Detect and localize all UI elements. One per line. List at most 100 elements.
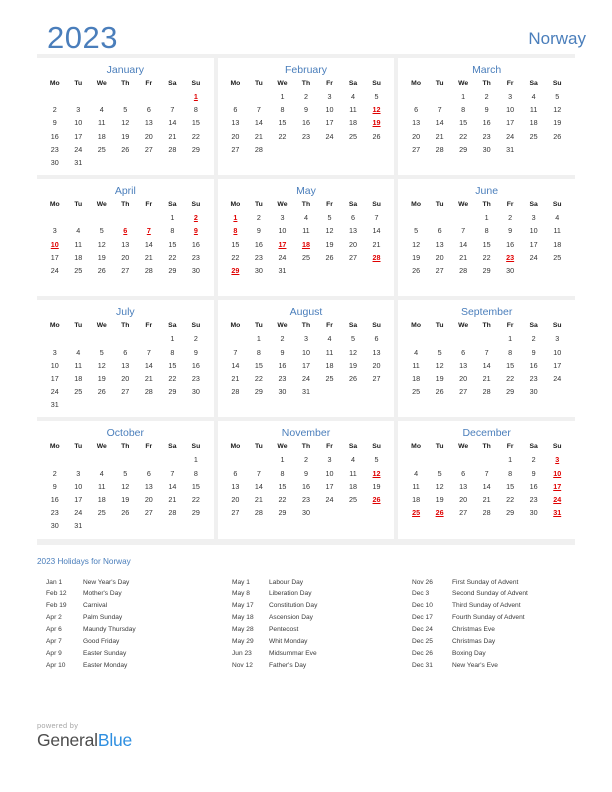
weekday-header: Sa	[348, 322, 358, 330]
day-cell: 14	[144, 239, 153, 249]
day-cell-empty	[43, 90, 67, 103]
day-cell: 9	[256, 226, 261, 236]
weekday-header: We	[277, 201, 288, 209]
day-cell: 24	[506, 131, 515, 141]
day-cell: 2	[303, 92, 308, 102]
day-cell: 20	[459, 373, 468, 383]
week-row: 1 2 3 4 5	[224, 90, 389, 103]
week-row: 11 12 13 14 15 16 17	[404, 359, 569, 372]
month-name: October	[106, 427, 144, 440]
day-cell-empty	[498, 156, 522, 169]
day-cell: 24	[529, 252, 538, 262]
day-cell: 26	[97, 387, 106, 397]
day-cell: 16	[50, 131, 59, 141]
day-cell-holiday: 2	[193, 213, 198, 223]
day-cell-empty	[341, 398, 365, 411]
week-row: 30 31	[43, 156, 208, 169]
day-cell-empty	[137, 519, 161, 532]
weekday-header: Su	[552, 322, 562, 330]
day-cell: 17	[506, 118, 515, 128]
day-cell: 3	[531, 213, 536, 223]
day-cell-empty	[341, 143, 365, 156]
day-cell-empty	[475, 156, 499, 169]
weekday-header: Th	[482, 322, 491, 330]
day-cell-holiday: 6	[123, 226, 128, 236]
page-header: 2023 Norway	[0, 0, 612, 53]
day-cell: 29	[482, 265, 491, 275]
day-cell: 8	[508, 347, 513, 357]
holiday-name: Carnival	[83, 602, 108, 610]
day-cell: 5	[555, 92, 560, 102]
week-row: 28 29 30 31	[224, 385, 389, 398]
week-row: 26 27 28 29 30	[404, 264, 569, 277]
day-cell: 11	[302, 226, 310, 236]
day-cell: 10	[301, 347, 310, 357]
day-cell-empty	[404, 453, 428, 466]
day-cell: 5	[123, 105, 128, 115]
day-cell: 22	[168, 373, 177, 383]
day-cell-empty	[43, 453, 67, 466]
day-cell: 23	[50, 144, 59, 154]
week-row	[404, 398, 569, 411]
weekday-header: Fr	[145, 201, 153, 209]
day-cell: 26	[435, 387, 444, 397]
day-cell: 14	[459, 239, 468, 249]
day-cell-empty	[161, 519, 185, 532]
day-cell: 1	[508, 334, 513, 344]
week-row	[224, 398, 389, 411]
day-cell-empty	[522, 277, 546, 290]
weekday-header: Fr	[326, 443, 333, 451]
day-cell: 28	[144, 265, 153, 275]
holiday-column-2: May 1 Labour Day May 8 Liberation Day May 17…	[232, 577, 412, 672]
day-cell-empty	[365, 506, 389, 519]
weekday-header-row: Mo Tu We Th Fr Sa Su	[43, 321, 208, 332]
day-cell-empty	[67, 453, 91, 466]
day-cell: 9	[193, 347, 198, 357]
day-cell-holiday: 1	[193, 92, 198, 102]
day-cell: 6	[146, 105, 151, 115]
day-cell-empty	[404, 519, 428, 532]
holiday-date: May 17	[232, 602, 254, 610]
day-cell: 21	[254, 131, 263, 141]
day-cell: 12	[97, 360, 106, 370]
month-block-july: July Mo Tu We Th Fr Sa Su 1 2 3 4 5 6 7 8 9 10 11 12 13 14 15 1…	[37, 300, 214, 418]
day-cell: 27	[144, 144, 153, 154]
day-cell: 25	[412, 387, 421, 397]
weekday-header-row: Mo Tu We Th Fr Sa Su	[43, 442, 208, 453]
weekday-header: Mo	[230, 201, 241, 209]
day-cell: 31	[50, 400, 59, 410]
day-cell: 22	[278, 131, 287, 141]
day-cell: 7	[170, 105, 175, 115]
day-cell: 22	[168, 252, 177, 262]
day-cell: 9	[484, 105, 489, 115]
weekday-header-row: Mo Tu We Th Fr Sa Su	[224, 321, 389, 332]
day-cell: 6	[350, 213, 355, 223]
day-cell-holiday: 31	[553, 508, 562, 518]
month-block-december: December Mo Tu We Th Fr Sa Su 1 2 3 4 5 6 7 8 9 10 11 12 13 1…	[398, 421, 575, 539]
day-cell: 11	[74, 239, 82, 249]
weekday-header: Su	[372, 201, 381, 209]
day-cell: 12	[435, 481, 444, 491]
day-cell-empty	[137, 398, 161, 411]
day-cell: 20	[144, 131, 153, 141]
day-cell: 30	[254, 265, 263, 275]
day-cell: 19	[435, 495, 444, 505]
day-cell: 30	[529, 508, 538, 518]
day-cell: 15	[231, 239, 240, 249]
week-row: 5 6 7 8 9 10 11	[404, 224, 569, 237]
holiday-name: Constitution Day	[269, 602, 318, 610]
day-cell-empty	[365, 156, 389, 169]
day-cell: 14	[482, 360, 491, 370]
day-cell: 17	[553, 360, 562, 370]
day-cell-empty	[114, 332, 138, 345]
day-cell: 14	[372, 226, 381, 236]
day-cell-empty	[247, 398, 271, 411]
day-cell: 21	[482, 373, 491, 383]
day-cell: 15	[278, 481, 287, 491]
weekday-header-row: Mo Tu We Th Fr Sa Su	[404, 200, 569, 211]
day-cell: 6	[123, 347, 128, 357]
week-row: 1 2 3 4	[404, 211, 569, 224]
week-row: 1	[43, 90, 208, 103]
day-cell: 16	[191, 360, 200, 370]
day-cell: 10	[529, 226, 538, 236]
